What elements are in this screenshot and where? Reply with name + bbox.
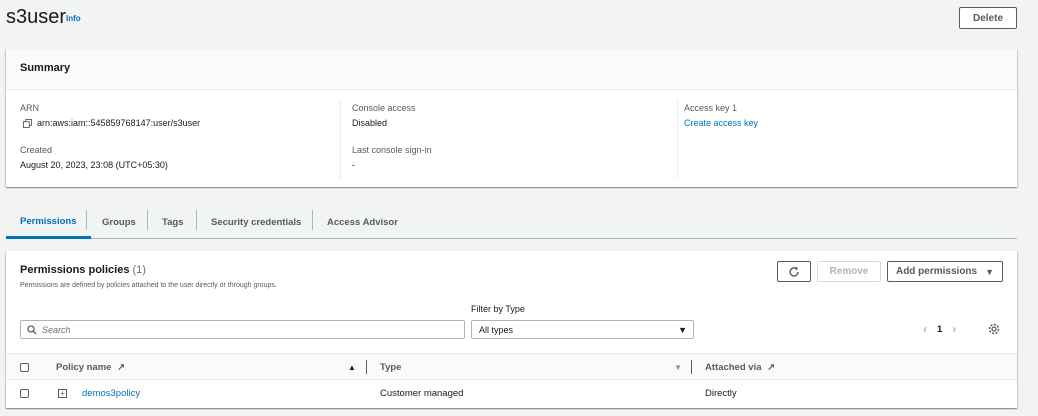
permissions-title: Permissions policies (1) [20, 264, 146, 276]
create-access-key-link[interactable]: Create access key [684, 118, 758, 128]
search-icon [27, 325, 37, 335]
delete-button[interactable]: Delete [959, 7, 1017, 29]
tab-divider [196, 210, 197, 230]
tab-permissions[interactable]: Permissions [6, 206, 91, 239]
filter-type-value: All types [479, 325, 514, 335]
column-policy-name-label: Policy name [56, 362, 112, 373]
policy-name-link[interactable]: demos3policy [82, 388, 140, 399]
sort-icon[interactable]: ▼ [674, 363, 682, 372]
tab-security-credentials[interactable]: Security credentials [211, 206, 301, 238]
page-title: s3user [6, 6, 67, 28]
permissions-title-text: Permissions policies [20, 264, 130, 276]
last-signin-label: Last console sign-in [352, 145, 432, 155]
gear-icon[interactable] [988, 323, 1000, 335]
access-key-label: Access key 1 [684, 103, 738, 113]
filter-type-select[interactable]: All types ▼ [471, 320, 694, 339]
tab-bar: Permissions Groups Tags Security credent… [6, 206, 1017, 239]
arn-label: ARN [20, 103, 40, 113]
summary-column-arn: ARN arn:aws:iam::545859768147:user/s3use… [6, 99, 341, 179]
add-permissions-button[interactable]: Add permissions ▼ [887, 261, 1003, 282]
column-attached-via[interactable]: Attached via ↗ [705, 362, 775, 373]
add-permissions-label: Add permissions [895, 266, 978, 277]
table-row: + demos3policy Customer managed Directly [6, 380, 1017, 407]
caret-down-icon: ▼ [678, 325, 687, 335]
column-policy-name[interactable]: Policy name ↗ [56, 362, 125, 373]
last-signin-value: - [352, 160, 355, 170]
permissions-policies-panel: Permissions policies (1) Permissions are… [6, 251, 1017, 408]
column-type[interactable]: Type [380, 362, 401, 373]
permissions-description: Permissions are defined by policies atta… [20, 282, 277, 289]
search-input[interactable]: Search [20, 320, 465, 339]
console-access-label: Console access [352, 103, 416, 113]
column-divider [366, 360, 367, 374]
column-attached-via-label: Attached via [705, 362, 762, 373]
remove-button[interactable]: Remove [817, 261, 881, 282]
arn-value: arn:aws:iam::545859768147:user/s3user [37, 118, 201, 128]
summary-column-console: Console access Disabled Last console sig… [341, 99, 678, 179]
pagination: ‹ 1 › [923, 322, 956, 336]
previous-page-icon[interactable]: ‹ [923, 322, 927, 336]
next-page-icon[interactable]: › [952, 322, 956, 336]
refresh-icon [789, 266, 799, 277]
info-link[interactable]: Info [66, 14, 81, 23]
copy-icon[interactable] [23, 119, 32, 128]
search-placeholder: Search [42, 325, 71, 335]
caret-down-icon: ▼ [985, 266, 995, 277]
sort-ascending-icon[interactable]: ▲ [348, 363, 356, 372]
select-all-checkbox[interactable] [20, 363, 29, 372]
summary-header: Summary [6, 49, 1017, 90]
summary-column-access-key: Access key 1 Create access key [678, 99, 1017, 179]
policy-type: Customer managed [380, 388, 464, 399]
refresh-button[interactable] [777, 261, 811, 282]
summary-title: Summary [20, 62, 71, 74]
tab-tags[interactable]: Tags [162, 206, 183, 238]
created-label: Created [20, 145, 53, 155]
tab-groups[interactable]: Groups [102, 206, 136, 238]
table-header: Policy name ↗ ▲ Type ▼ Attached via ↗ [6, 353, 1017, 380]
tab-divider [312, 210, 313, 230]
column-divider [691, 360, 692, 374]
tab-access-advisor[interactable]: Access Advisor [327, 206, 398, 238]
expand-icon[interactable]: + [58, 389, 67, 398]
summary-panel: Summary ARN arn:aws:iam::545859768147:us… [6, 49, 1017, 187]
external-link-icon: ↗ [117, 362, 126, 373]
permissions-count: (1) [132, 264, 146, 276]
external-link-icon: ↗ [767, 362, 776, 373]
tab-divider [86, 210, 87, 230]
filter-by-type-label: Filter by Type [471, 304, 525, 314]
tab-divider [147, 210, 148, 230]
current-page[interactable]: 1 [937, 324, 942, 335]
created-value: August 20, 2023, 23:08 (UTC+05:30) [20, 160, 168, 170]
row-checkbox[interactable] [20, 389, 29, 398]
policy-attached-via: Directly [705, 388, 737, 399]
console-access-value: Disabled [352, 118, 388, 128]
